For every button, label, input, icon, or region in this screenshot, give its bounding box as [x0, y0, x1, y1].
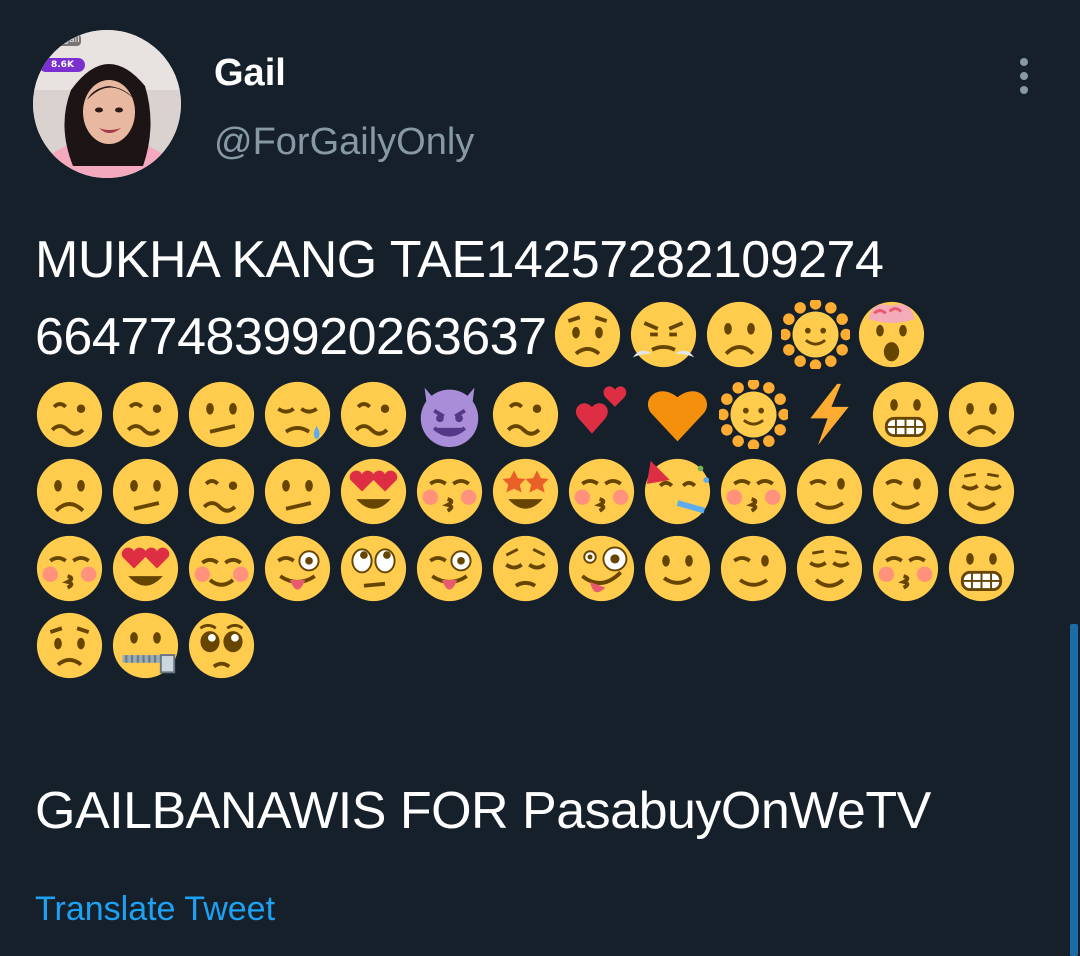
grimace-emoji-icon: [948, 535, 1015, 602]
kiss-blush-emoji-icon: [568, 458, 635, 525]
avatar[interactable]: struggail 8.6K: [33, 30, 181, 178]
frown-emoji-icon: [948, 381, 1015, 448]
relieved-emoji-icon: [948, 458, 1015, 525]
wink-emoji-icon: [796, 458, 863, 525]
more-options-button[interactable]: [1004, 52, 1044, 100]
pensive-emoji-icon: [492, 535, 559, 602]
confused-emoji-icon: [188, 381, 255, 448]
zipper-emoji-icon: [112, 612, 179, 679]
zany-emoji-icon: [568, 535, 635, 602]
frown-emoji-icon: [706, 301, 772, 367]
avatar-tag: struggail: [40, 35, 80, 45]
wink-emoji-icon: [872, 458, 939, 525]
woozy-emoji-icon: [36, 381, 103, 448]
confused-emoji-icon: [112, 458, 179, 525]
tweet-line-2: 664774839920263637: [35, 299, 1045, 376]
party-emoji-icon: [644, 458, 711, 525]
avatar-photo: [33, 30, 181, 178]
slight-smile-emoji-icon: [644, 535, 711, 602]
sleepy-emoji-icon: [264, 381, 331, 448]
tweet-body: MUKHA KANG TAE14257282109274 66477483992…: [35, 222, 1045, 684]
confused-emoji-icon: [264, 458, 331, 525]
tweet-text: MUKHA KANG TAE14257282109274 66477483992…: [35, 222, 1045, 684]
kiss-blush-emoji-icon: [36, 535, 103, 602]
orange-heart-emoji-icon: [647, 391, 708, 442]
heart-eyes-emoji-icon: [112, 535, 179, 602]
kiss-blush-emoji-icon: [872, 535, 939, 602]
exploding-emoji-icon: [858, 301, 924, 367]
grimace-emoji-icon: [872, 381, 939, 448]
tweet-line-1: MUKHA KANG TAE14257282109274: [35, 231, 884, 289]
more-icon-dot: [1020, 58, 1028, 66]
tongue-wink-emoji-icon: [416, 535, 483, 602]
triumph-emoji-icon: [630, 301, 696, 367]
display-name[interactable]: Gail: [214, 52, 286, 94]
more-icon-dot: [1020, 86, 1028, 94]
zap-emoji-icon: [810, 383, 849, 446]
more-icon-dot: [1020, 72, 1028, 80]
tweet-footer-text: GAILBANAWIS FOR PasabuyOnWeTV: [35, 782, 931, 840]
tongue-wink-emoji-icon: [264, 535, 331, 602]
emoji-row: [35, 453, 1045, 530]
pleading-emoji-icon: [188, 612, 255, 679]
avatar-badge: 8.6K: [51, 60, 74, 70]
frown-emoji-icon: [36, 458, 103, 525]
wink-emoji-icon: [720, 535, 787, 602]
woozy-emoji-icon: [188, 458, 255, 525]
worried-emoji-icon: [36, 612, 103, 679]
scrollbar[interactable]: [1070, 624, 1078, 956]
heart-eyes-emoji-icon: [340, 458, 407, 525]
woozy-emoji-icon: [112, 381, 179, 448]
woozy-emoji-icon: [340, 381, 407, 448]
star-struck-emoji-icon: [492, 458, 559, 525]
translate-tweet-link[interactable]: Translate Tweet: [35, 888, 275, 930]
user-handle[interactable]: @ForGailyOnly: [214, 120, 474, 164]
worried-emoji-icon: [554, 301, 620, 367]
emoji-row: [35, 530, 1045, 607]
emoji-row: [35, 607, 1045, 684]
kiss-blush-emoji-icon: [416, 458, 483, 525]
two-hearts-emoji-icon: [575, 386, 627, 434]
emoji-grid: [35, 376, 1045, 684]
sun-emoji-icon: [780, 299, 850, 369]
sun-emoji-icon: [719, 380, 788, 449]
tweet-line-2-emojis: [553, 299, 926, 369]
relieved-emoji-icon: [796, 535, 863, 602]
kiss-blush-emoji-icon: [720, 458, 787, 525]
woozy-emoji-icon: [492, 381, 559, 448]
roll-eyes-emoji-icon: [340, 535, 407, 602]
emoji-row: [35, 376, 1045, 453]
tweet-line-2-text: 664774839920263637: [35, 308, 547, 366]
smiling-blush-emoji-icon: [188, 535, 255, 602]
devil-emoji-icon: [420, 387, 479, 448]
